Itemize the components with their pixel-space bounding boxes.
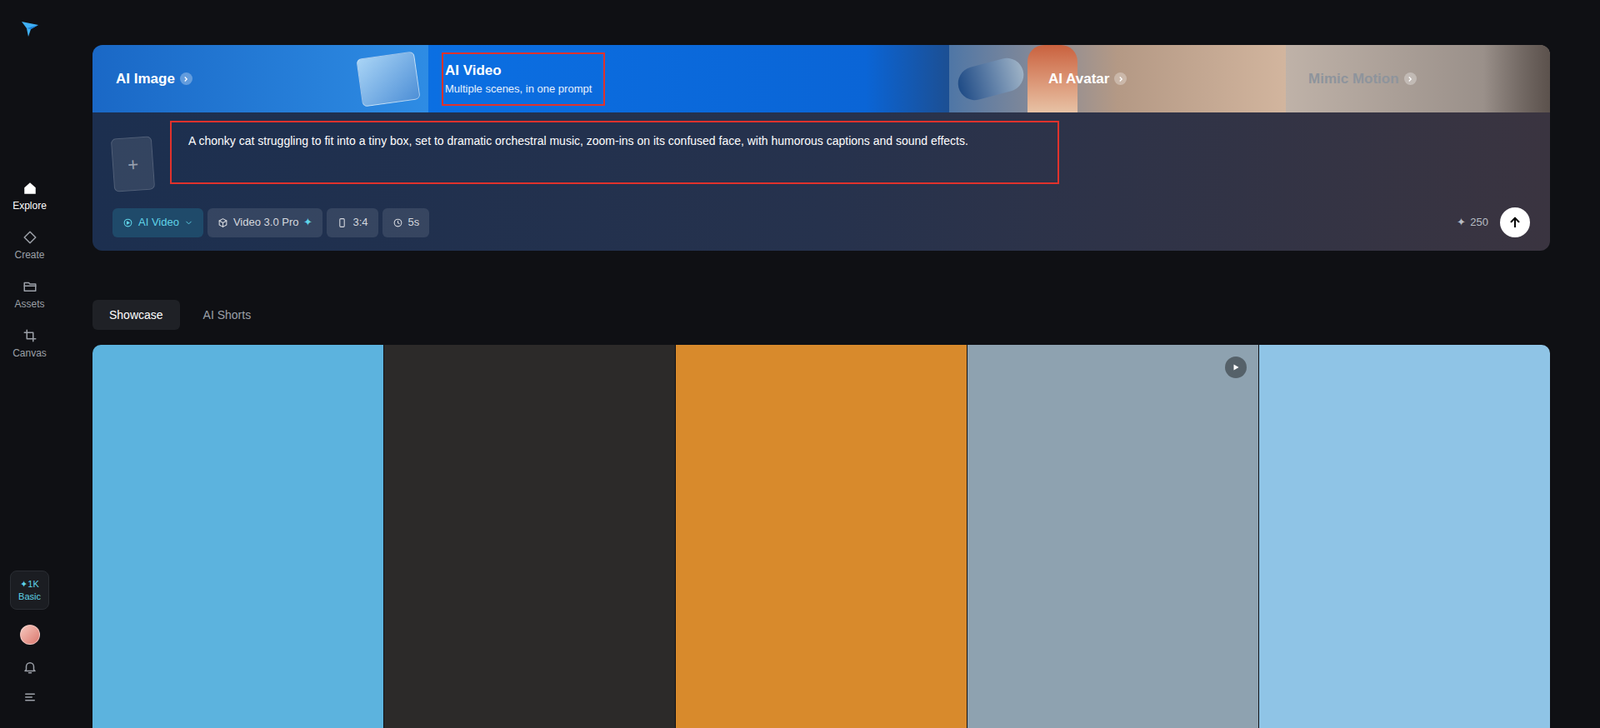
play-icon	[1225, 356, 1247, 379]
ratio-icon	[336, 217, 348, 229]
option-chip[interactable]: 5s	[382, 208, 430, 238]
tab-text: AI VideoMultiple scenes, in one prompt	[441, 52, 605, 106]
sidebar-label: Assets	[14, 298, 45, 310]
chevron-icon	[1114, 72, 1127, 85]
mode-tab[interactable]: AI Image	[92, 45, 429, 113]
folder-icon	[22, 279, 38, 295]
canvas-icon	[22, 328, 38, 344]
chip-label: 3:4	[352, 215, 368, 230]
tab-picture	[348, 45, 429, 113]
sidebar-label: Explore	[12, 200, 47, 212]
menu-icon[interactable]	[22, 690, 38, 705]
tab-title: AI Image	[115, 70, 175, 89]
sidebar-item[interactable]: Assets	[0, 270, 60, 320]
gallery-card[interactable]	[675, 345, 967, 728]
upload-button[interactable]: +	[110, 135, 155, 192]
sidebar-label: Canvas	[12, 347, 47, 360]
tab-picture	[865, 45, 950, 113]
avatar-icon[interactable]	[20, 625, 40, 645]
tab-picture	[949, 45, 1033, 113]
credits-glyph: ✦	[1456, 214, 1466, 231]
gallery-card[interactable]	[384, 345, 675, 728]
chip-label: AI Video	[138, 215, 180, 230]
gallery-tab-label: AI Shorts	[203, 306, 252, 325]
tab-title: AI Avatar	[1048, 70, 1110, 89]
prompt-panel: + A chonky cat struggling to fit into a t…	[92, 112, 1550, 251]
sidebar-label: Create	[14, 249, 45, 261]
credits-text: ✦1K	[20, 578, 39, 591]
mode-icon	[122, 217, 134, 229]
mode-tab[interactable]: AI VideoMultiple scenes, in one prompt	[428, 45, 950, 113]
chip-label: Video 3.0 Pro	[233, 215, 300, 230]
sidebar-item[interactable]: Create	[0, 220, 60, 270]
gallery-card[interactable]	[92, 345, 384, 728]
gallery	[92, 345, 1550, 728]
gallery-card[interactable]	[967, 345, 1259, 728]
chevron-icon	[180, 72, 193, 85]
credits-cost: ✦250	[1456, 214, 1489, 231]
plan-text: Basic	[18, 590, 41, 604]
diamond-icon	[22, 230, 38, 245]
gallery-card[interactable]	[1259, 345, 1550, 728]
prompt-input[interactable]: A chonky cat struggling to fit into a ti…	[170, 120, 1060, 185]
logo-icon[interactable]	[20, 18, 40, 39]
bell-icon[interactable]	[22, 660, 38, 675]
chip-label: 5s	[408, 215, 420, 230]
gallery-tab[interactable]: AI Shorts	[186, 300, 269, 330]
model-icon	[217, 217, 229, 229]
sidebar-item[interactable]: Explore	[0, 171, 60, 221]
tab-title: AI Video	[445, 61, 502, 80]
option-chip[interactable]: Video 3.0 Pro✦	[207, 208, 324, 238]
mode-tabs: AI Image AI VideoMultiple scenes, in one …	[92, 45, 1550, 113]
tab-text: AI Avatar	[1045, 52, 1130, 106]
mode-tab[interactable]: Mimic Motion	[1285, 45, 1550, 113]
arrow-up-icon	[1507, 215, 1523, 230]
sidebar-nav: Explore Create Assets Canvas	[0, 171, 60, 369]
credits-value: 250	[1470, 214, 1489, 231]
plan-badge[interactable]: ✦1KBasic	[10, 570, 50, 610]
duration-icon	[392, 217, 404, 229]
tab-text: AI Image	[112, 52, 196, 106]
tab-subtitle: Multiple scenes, in one prompt	[445, 81, 592, 97]
sidebar: Explore Create Assets Canvas ✦1KBasic	[0, 0, 60, 728]
mode-tab[interactable]: AI Avatar	[949, 45, 1286, 113]
prompt-text: A chonky cat struggling to fit into a ti…	[188, 134, 969, 148]
gallery-tab[interactable]: Showcase	[92, 300, 180, 330]
sidebar-item[interactable]: Canvas	[0, 319, 60, 369]
gallery-tab-label: Showcase	[109, 306, 164, 325]
option-chip[interactable]: AI Video	[112, 208, 204, 238]
tab-picture	[1483, 45, 1550, 113]
chevron-down-icon	[184, 218, 194, 228]
tab-text: Mimic Motion	[1305, 52, 1420, 106]
option-chips: AI Video Video 3.0 Pro✦ 3:4 5s	[112, 208, 430, 238]
chevron-icon	[1404, 72, 1417, 85]
gallery-tabs: Showcase AI Shorts	[92, 300, 1550, 330]
tab-title: Mimic Motion	[1308, 70, 1400, 89]
option-chip[interactable]: 3:4	[326, 208, 378, 238]
send-button[interactable]	[1500, 207, 1530, 238]
home-icon	[22, 180, 38, 196]
chip-badge: ✦	[303, 214, 313, 231]
